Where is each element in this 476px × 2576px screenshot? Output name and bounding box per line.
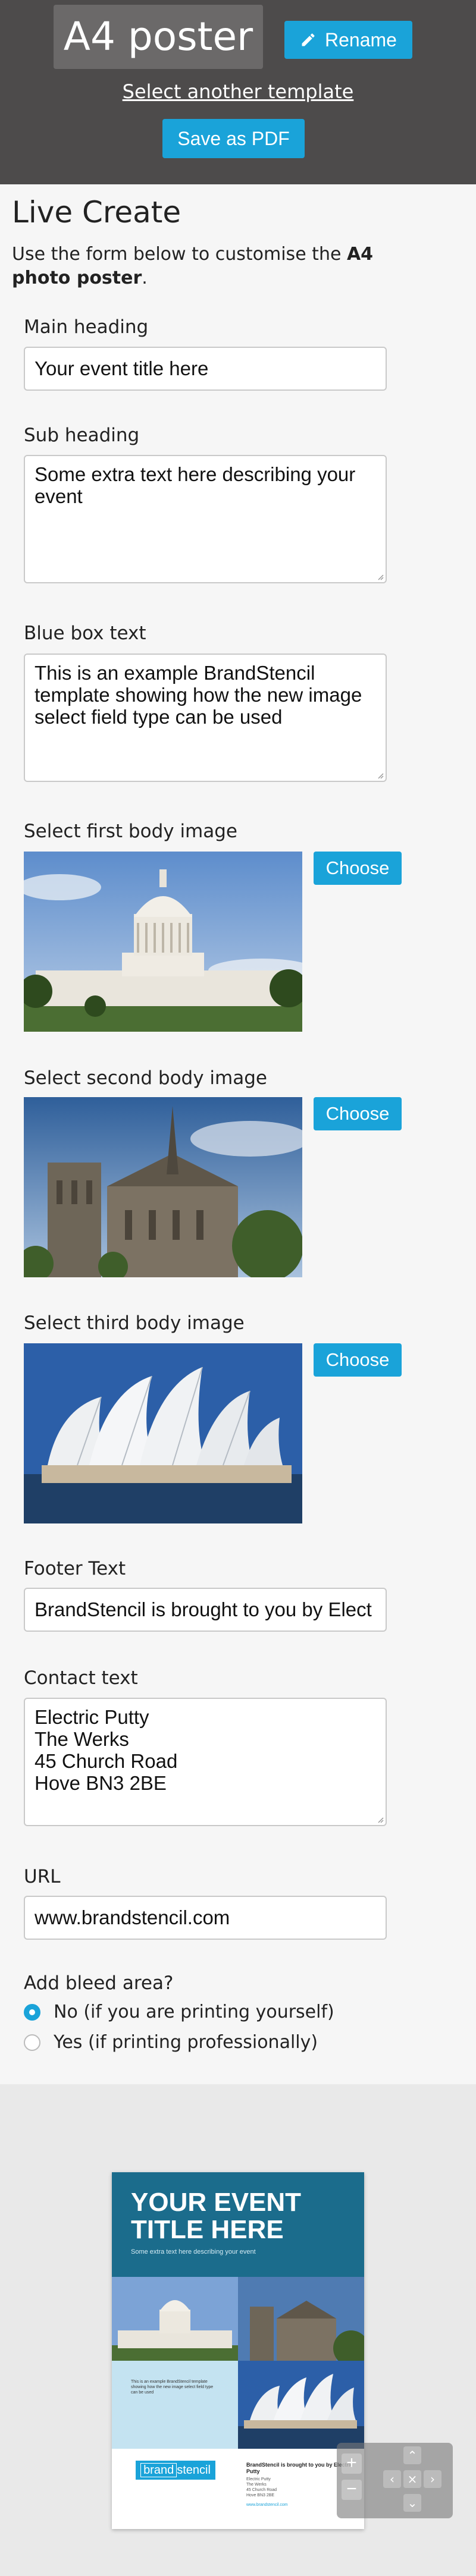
footer-text-input[interactable]: BrandStencil is brought to you by Elect xyxy=(24,1588,387,1632)
poster-preview[interactable]: YOUR EVENT TITLE HERE Some extra text he… xyxy=(112,2172,364,2529)
bleed-label: Add bleed area? xyxy=(24,1972,174,1994)
radio-selected-icon[interactable] xyxy=(24,2003,40,2021)
choose-first-image-button[interactable]: Choose xyxy=(314,852,402,885)
pencil-icon xyxy=(302,33,315,46)
form-title: Live Create xyxy=(12,195,181,230)
brandstencil-logo: brand stencil xyxy=(136,2461,215,2480)
poster-image-1 xyxy=(112,2277,238,2361)
first-body-image xyxy=(24,852,302,1032)
save-pdf-button[interactable]: Save as PDF xyxy=(162,119,305,158)
bleed-option-yes-label: Yes (if printing professionally) xyxy=(54,2032,318,2053)
second-image-label: Select second body image xyxy=(24,1067,267,1089)
contact-text-textarea[interactable]: Electric Putty The Werks 45 Church Road … xyxy=(24,1698,387,1826)
bleed-option-no[interactable]: No (if you are printing yourself) xyxy=(24,2002,334,2022)
logo-stencil: stencil xyxy=(177,2464,211,2477)
bleed-option-no-label: No (if you are printing yourself) xyxy=(54,2002,334,2022)
choose-third-image-button[interactable]: Choose xyxy=(314,1343,402,1377)
url-label: URL xyxy=(24,1866,61,1887)
poster-url: www.brandstencil.com xyxy=(246,2503,288,2507)
main-heading-label: Main heading xyxy=(24,316,149,338)
third-body-image xyxy=(24,1343,302,1523)
main-heading-input[interactable]: Your event title here xyxy=(24,347,387,391)
rename-button[interactable]: Rename xyxy=(284,21,412,59)
second-body-image xyxy=(24,1097,302,1277)
intro-text: Use the form below to customise the xyxy=(12,244,347,265)
choose-second-image-button[interactable]: Choose xyxy=(314,1097,402,1130)
sub-heading-textarea[interactable]: Some extra text here describing your eve… xyxy=(24,455,387,583)
blue-box-label: Blue box text xyxy=(24,623,146,644)
footer-text-label: Footer Text xyxy=(24,1558,126,1579)
resize-handle-icon[interactable] xyxy=(375,771,384,779)
pan-up-icon[interactable]: ⌃ xyxy=(403,2446,421,2464)
contact-text-label: Contact text xyxy=(24,1667,138,1689)
zoom-in-button[interactable]: + xyxy=(342,2454,362,2474)
first-image-label: Select first body image xyxy=(24,821,237,842)
sub-heading-label: Sub heading xyxy=(24,425,140,446)
form-intro: Use the form below to customise the A4 p… xyxy=(12,243,428,290)
contact-text-value: Electric Putty The Werks 45 Church Road … xyxy=(35,1706,178,1794)
poster-subtitle: Some extra text here describing your eve… xyxy=(131,2248,256,2255)
pan-right-icon[interactable]: › xyxy=(424,2470,441,2488)
live-create-form: Live Create Use the form below to custom… xyxy=(0,184,476,2084)
radio-unselected-icon[interactable] xyxy=(24,2034,40,2051)
zoom-controls: + − ⌃ ‹ × › ⌄ xyxy=(337,2443,453,2518)
select-another-template-link[interactable]: Select another template xyxy=(0,80,476,103)
pan-down-icon[interactable]: ⌄ xyxy=(403,2494,421,2512)
pan-left-icon[interactable]: ‹ xyxy=(383,2470,401,2488)
poster-blue-box xyxy=(112,2361,238,2449)
logo-brand: brand xyxy=(140,2463,177,2477)
resize-handle-icon[interactable] xyxy=(375,1815,384,1823)
third-image-label: Select third body image xyxy=(24,1312,245,1334)
url-input[interactable]: www.brandstencil.com xyxy=(24,1896,387,1940)
poster-image-3 xyxy=(238,2361,364,2449)
zoom-out-button[interactable]: − xyxy=(342,2480,362,2500)
poster-title: YOUR EVENT TITLE HERE xyxy=(131,2188,302,2244)
poster-preview-area: YOUR EVENT TITLE HERE Some extra text he… xyxy=(0,2084,476,2576)
pan-reset-icon[interactable]: × xyxy=(403,2470,421,2488)
blue-box-value: This is an example BrandStencil template… xyxy=(35,662,368,728)
rename-label: Rename xyxy=(325,29,397,51)
intro-suffix: . xyxy=(142,268,148,288)
top-toolbar: A4 poster Rename Select another template… xyxy=(0,0,476,184)
template-title: A4 poster xyxy=(54,5,263,69)
bleed-option-yes[interactable]: Yes (if printing professionally) xyxy=(24,2032,318,2053)
blue-box-textarea[interactable]: This is an example BrandStencil template… xyxy=(24,654,387,782)
poster-image-2 xyxy=(238,2277,364,2361)
sub-heading-value: Some extra text here describing your eve… xyxy=(35,463,361,507)
poster-blue-text: This is an example BrandStencil template… xyxy=(131,2380,214,2395)
resize-handle-icon[interactable] xyxy=(375,572,384,580)
